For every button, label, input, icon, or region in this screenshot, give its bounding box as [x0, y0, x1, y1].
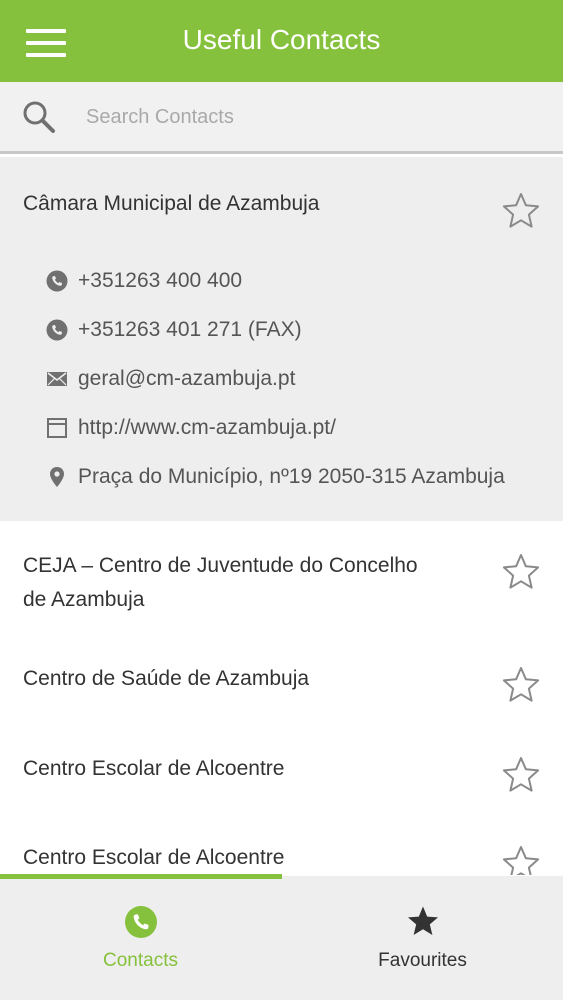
- contact-email[interactable]: geral@cm-azambuja.pt: [46, 364, 295, 394]
- contacts-list: Câmara Municipal de Azambuja +351263 400…: [0, 157, 563, 875]
- phone-icon: [46, 270, 68, 292]
- contact-name: Câmara Municipal de Azambuja: [23, 192, 320, 215]
- active-tab-indicator: [0, 874, 282, 879]
- star-outline-icon[interactable]: [501, 552, 541, 592]
- contact-name: CEJA – Centro de Juventude do Concelho d…: [23, 549, 418, 617]
- contact-name: Centro Escolar de Alcoentre: [23, 757, 285, 780]
- star-outline-icon[interactable]: [501, 844, 541, 875]
- envelope-icon: [46, 368, 68, 390]
- location-pin-icon: [46, 466, 68, 488]
- fax-number: +351263 401 271 (FAX): [78, 318, 302, 341]
- contact-name-line: de Azambuja: [23, 588, 145, 611]
- contact-item[interactable]: Centro Escolar de Alcoentre: [0, 811, 563, 875]
- tab-favourites-label: Favourites: [378, 950, 467, 971]
- email-address: geral@cm-azambuja.pt: [78, 367, 296, 390]
- contact-name: Centro de Saúde de Azambuja: [23, 667, 310, 690]
- star-outline-icon[interactable]: [501, 665, 541, 705]
- contact-item[interactable]: CEJA – Centro de Juventude do Concelho d…: [0, 521, 563, 631]
- contact-address[interactable]: Praça do Município, nº19 2050-315 Azambu…: [46, 462, 505, 492]
- tab-contacts[interactable]: Contacts: [0, 876, 281, 1000]
- tab-favourites[interactable]: Favourites: [282, 876, 563, 1000]
- bottom-navigation: Contacts Favourites: [0, 876, 563, 1000]
- contact-website[interactable]: http://www.cm-azambuja.pt/: [46, 413, 336, 443]
- search-input[interactable]: [86, 102, 526, 132]
- star-outline-icon[interactable]: [501, 191, 541, 231]
- phone-icon: [124, 906, 157, 938]
- contact-item[interactable]: Centro de Saúde de Azambuja: [0, 631, 563, 721]
- star-outline-icon[interactable]: [501, 755, 541, 795]
- contact-item-expanded[interactable]: Câmara Municipal de Azambuja +351263 400…: [0, 157, 563, 521]
- contact-item[interactable]: Centro Escolar de Alcoentre: [0, 721, 563, 811]
- website-url: http://www.cm-azambuja.pt/: [78, 416, 336, 439]
- contact-name: Centro Escolar de Alcoentre: [23, 846, 285, 869]
- street-address: Praça do Município, nº19 2050-315 Azambu…: [78, 465, 505, 488]
- page-title: Useful Contacts: [182, 24, 381, 55]
- search-icon[interactable]: [22, 100, 56, 134]
- contact-name-line: CEJA – Centro de Juventude do Concelho: [23, 554, 418, 577]
- star-filled-icon: [407, 906, 438, 935]
- search-bar: [0, 82, 563, 154]
- browser-window-icon: [46, 417, 68, 439]
- contact-fax[interactable]: +351263 401 271 (FAX): [46, 315, 302, 345]
- phone-number: +351263 400 400: [78, 269, 243, 292]
- contact-phone[interactable]: +351263 400 400: [46, 266, 242, 296]
- phone-icon: [46, 319, 68, 341]
- app-bar: Useful Contacts: [0, 0, 563, 82]
- tab-contacts-label: Contacts: [103, 950, 178, 971]
